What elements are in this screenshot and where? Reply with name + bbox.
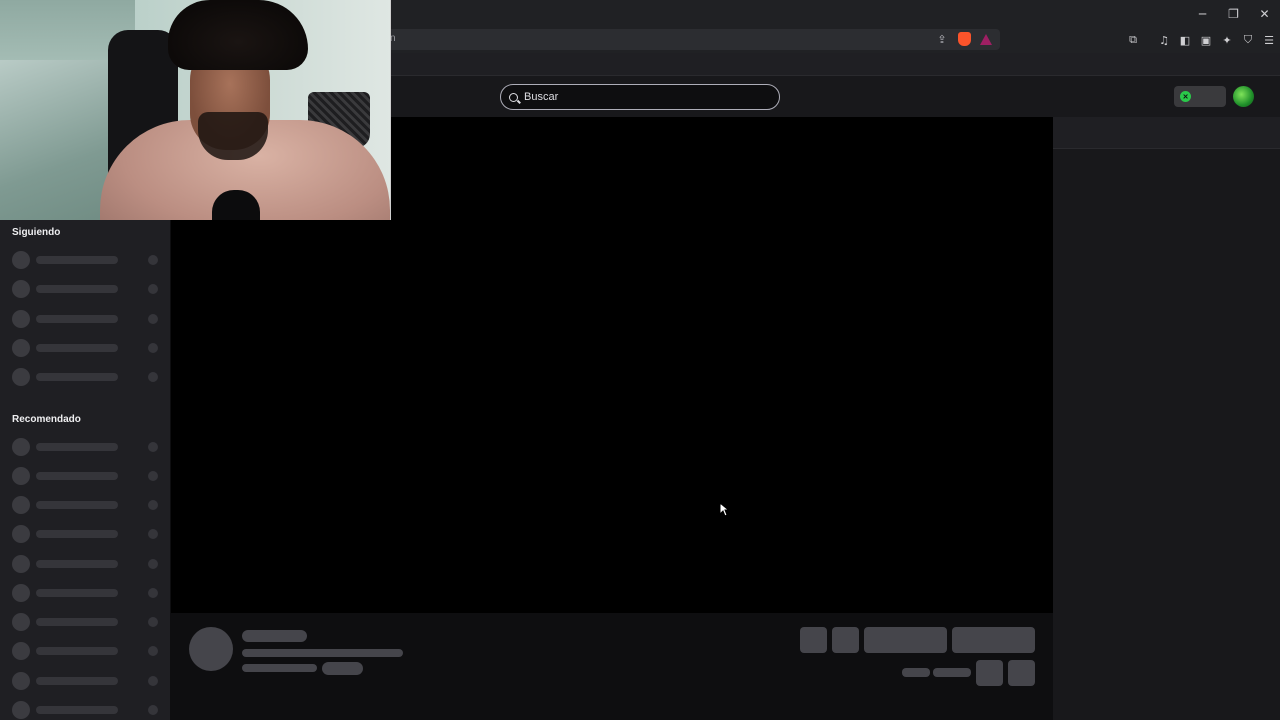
following-skeleton-item bbox=[12, 280, 162, 298]
following-skeleton-item bbox=[12, 310, 162, 328]
category-skeleton bbox=[242, 664, 317, 672]
recommended-skeleton-item bbox=[12, 584, 162, 602]
following-section-title: Siguiendo bbox=[12, 227, 61, 238]
share-icon[interactable]: ⇪ bbox=[934, 31, 950, 47]
subscribe-button-skeleton bbox=[952, 627, 1035, 653]
following-skeleton-item bbox=[12, 368, 162, 386]
recommended-skeleton-item bbox=[12, 613, 162, 631]
action-button-skeleton bbox=[832, 627, 859, 653]
channel-info bbox=[171, 613, 1053, 720]
recommended-skeleton-item bbox=[12, 701, 162, 719]
recommended-skeleton-item bbox=[12, 438, 162, 456]
prime-button[interactable]: ✕ bbox=[1174, 86, 1226, 107]
close-button[interactable]: ✕ bbox=[1249, 0, 1280, 27]
music-icon[interactable]: ♫ bbox=[1155, 31, 1173, 49]
recommended-skeleton-item bbox=[12, 642, 162, 660]
share-button-skeleton bbox=[976, 660, 1003, 686]
viewer-count-skeleton bbox=[902, 668, 930, 677]
restore-button[interactable]: ❐ bbox=[1218, 0, 1249, 27]
following-skeleton-item bbox=[12, 251, 162, 269]
more-button-skeleton bbox=[1008, 660, 1035, 686]
prime-icon: ✕ bbox=[1180, 91, 1191, 102]
search-input[interactable] bbox=[524, 91, 754, 103]
brave-rewards-icon[interactable] bbox=[978, 31, 994, 47]
stream-title-skeleton bbox=[242, 649, 403, 657]
browser-tools: ⧉ ♫ ◧ ▣ ✦ ⛉ ☰ bbox=[1124, 31, 1278, 49]
address-bar-icons: ⇪ bbox=[934, 31, 994, 47]
search-icon bbox=[509, 92, 518, 102]
channel-name-skeleton bbox=[242, 630, 307, 642]
leo-ai-icon[interactable]: ✦ bbox=[1218, 31, 1236, 49]
webcam-overlay bbox=[0, 0, 391, 220]
chat-header bbox=[1053, 117, 1280, 149]
recommended-skeleton-item bbox=[12, 496, 162, 514]
wallet-icon[interactable]: ▣ bbox=[1197, 31, 1215, 49]
vpn-shield-icon[interactable]: ⛉ bbox=[1239, 31, 1257, 49]
user-avatar[interactable] bbox=[1233, 86, 1254, 107]
channel-avatar-skeleton bbox=[189, 627, 233, 671]
recommended-skeleton-item bbox=[12, 525, 162, 543]
brave-shields-icon[interactable] bbox=[956, 31, 972, 47]
sidebar-toggle-icon[interactable]: ◧ bbox=[1176, 31, 1194, 49]
window-controls: ─ ❐ ✕ bbox=[1187, 0, 1280, 27]
follow-button-skeleton bbox=[864, 627, 947, 653]
menu-icon[interactable]: ☰ bbox=[1260, 31, 1278, 49]
recommended-section-title: Recomendado bbox=[12, 414, 81, 425]
recommended-skeleton-item bbox=[12, 467, 162, 485]
action-button-skeleton bbox=[800, 627, 827, 653]
tag-skeleton bbox=[322, 662, 363, 675]
minimize-button[interactable]: ─ bbox=[1187, 0, 1218, 27]
recommended-skeleton-item bbox=[12, 555, 162, 573]
following-skeleton-item bbox=[12, 339, 162, 357]
recommended-skeleton-item bbox=[12, 672, 162, 690]
mouse-cursor-icon bbox=[719, 502, 729, 517]
chat-panel bbox=[1053, 117, 1280, 720]
screenshot-icon[interactable]: ⧉ bbox=[1124, 31, 1142, 49]
search-box[interactable] bbox=[500, 84, 780, 110]
address-bar[interactable]: n ⇪ bbox=[360, 29, 1000, 50]
uptime-skeleton bbox=[933, 668, 971, 677]
